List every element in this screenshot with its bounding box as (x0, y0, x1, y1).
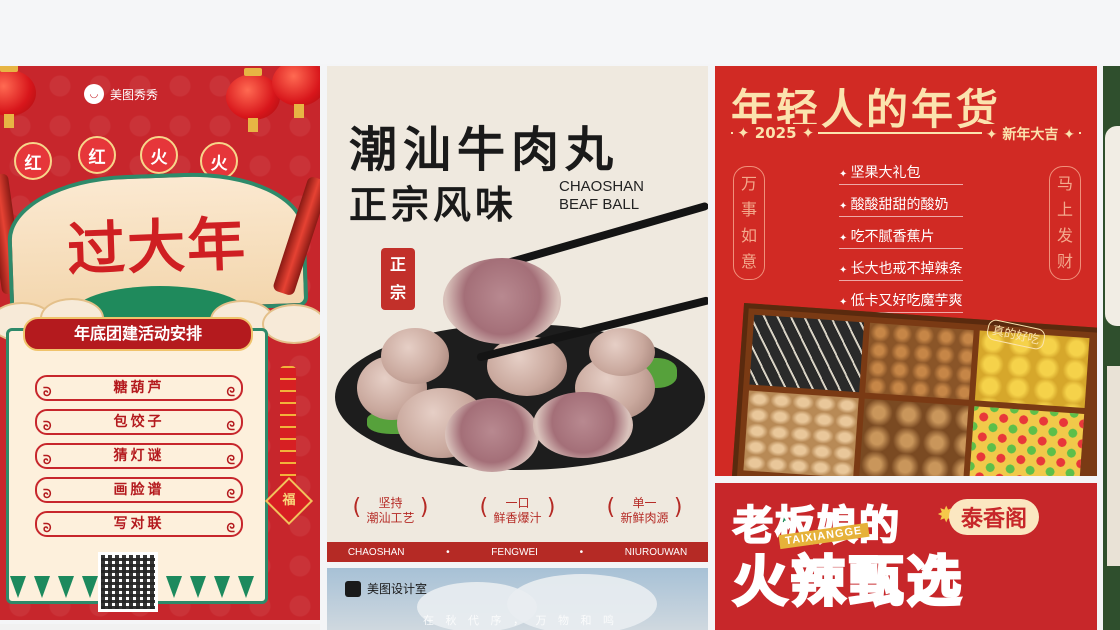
meatball-image (381, 328, 449, 384)
poster-subtitle: 在 秋 代 序 ， 万 物 和 鸣 (423, 614, 618, 627)
year-label: ✦ 2025 ✦ (733, 124, 819, 142)
meatball-cut-image (533, 392, 633, 458)
sunflower-seeds (749, 314, 865, 393)
template-card-new-year-team-event[interactable]: ◡ 美图秀秀 红 红 火 火 过大年 年底团建活动安排 ᘐ 糖葫芦 ᘓ ᘐ 包饺子 ᘓ … (0, 66, 320, 620)
meatball-cut-image (443, 258, 561, 344)
meitu-design-logo-icon (345, 580, 361, 597)
schedule-item: ᘐ 写对联 ᘓ (35, 511, 243, 537)
goods-item: 低卡又好吃魔芋爽 (839, 290, 963, 313)
template-card-spicy-selection[interactable]: 老板娘的 ✸ 泰香阁 TAIXIANGGE 火辣甄选 (715, 483, 1097, 630)
schedule-item: ᘐ 包饺子 ᘓ (35, 409, 243, 435)
almonds (865, 322, 974, 400)
feature-tag: 单一新鲜肉源 (606, 496, 682, 526)
template-card-sky-poster[interactable]: 美图设计室 在 秋 代 序 ， 万 物 和 鸣 (327, 568, 708, 630)
decor-ball: 火 (140, 136, 178, 174)
decor-ball: 红 (78, 136, 116, 174)
goods-item: 吃不腻香蕉片 (839, 226, 963, 249)
feature-tags: 坚持潮汕工艺 一口鲜香爆汁 单一新鲜肉源 (327, 496, 708, 526)
goods-item: 坚果大礼包 (839, 162, 963, 185)
poster-english-title: CHAOSHAN BEAF BALL (559, 178, 645, 213)
walnuts (859, 398, 969, 476)
peanuts (743, 390, 859, 476)
meitu-logo-icon: ◡ (84, 84, 104, 104)
meatball-image (589, 328, 655, 376)
card-next-peek[interactable] (0, 624, 320, 630)
shop-name: 泰香阁 (949, 499, 1040, 535)
snack-tray-image (730, 302, 1097, 476)
feature-tag: 一口鲜香爆汁 (479, 496, 555, 526)
template-card-chaoshan-beef-ball[interactable]: 潮汕牛肉丸 正宗风味 CHAOSHAN BEAF BALL 正 宗 坚持潮汕工艺… (327, 66, 708, 562)
tassel-decoration (0, 574, 320, 598)
top-bar (0, 0, 1120, 64)
schedule-item: ᘐ 猜灯谜 ᘓ (35, 443, 243, 469)
schedule-item: ᘐ 糖葫芦 ᘓ (35, 375, 243, 401)
bottom-strip: CHAOSHAN • FENGWEI • NIUROUWAN (327, 542, 708, 562)
authentic-seal: 正 宗 (381, 248, 415, 310)
brand-watermark: ◡ 美图秀秀 (84, 84, 158, 104)
schedule-item: ᘐ 画脸谱 ᘓ (35, 477, 243, 503)
firecracker-icon (280, 366, 296, 486)
feature-tag: 坚持潮汕工艺 (352, 496, 428, 526)
goods-list: 坚果大礼包 酸酸甜甜的酸奶 吃不腻香蕉片 长大也戒不掉辣条 低卡又好吃魔芋爽 (839, 162, 963, 322)
meatball-cut-image (445, 398, 539, 472)
brand-name: 美图设计室 (367, 582, 428, 596)
panel-title: 年底团建活动安排 (23, 317, 253, 351)
brand-name: 美图秀秀 (110, 87, 159, 102)
template-card-partial[interactable] (1103, 66, 1120, 630)
qr-code-icon (98, 552, 158, 612)
greeting-label: ✦ 新年大吉 ✦ (981, 124, 1079, 144)
poster-subtitle: 正宗风味 (349, 182, 518, 227)
poster-fragment (1105, 126, 1120, 326)
template-card-new-year-goods[interactable]: 年轻人的年货 ✦ 2025 ✦ ✦ 新年大吉 ✦ 万事如意 马上发财 坚果大礼包… (715, 66, 1097, 476)
brand-watermark: 美图设计室 (345, 580, 427, 597)
vertical-blessing-left: 万事如意 (733, 166, 765, 280)
goods-item: 长大也戒不掉辣条 (839, 258, 963, 281)
gummies (968, 406, 1085, 476)
poster-title-line2: 火辣甄选 (732, 549, 965, 615)
headline: 过大年 (65, 209, 249, 285)
decor-ball: 红 (14, 142, 52, 180)
poster-fragment (1107, 366, 1120, 566)
vertical-blessing-right: 马上发财 (1049, 166, 1081, 280)
poster-title: 潮汕牛肉丸 (349, 122, 620, 178)
goods-item: 酸酸甜甜的酸奶 (839, 194, 963, 217)
